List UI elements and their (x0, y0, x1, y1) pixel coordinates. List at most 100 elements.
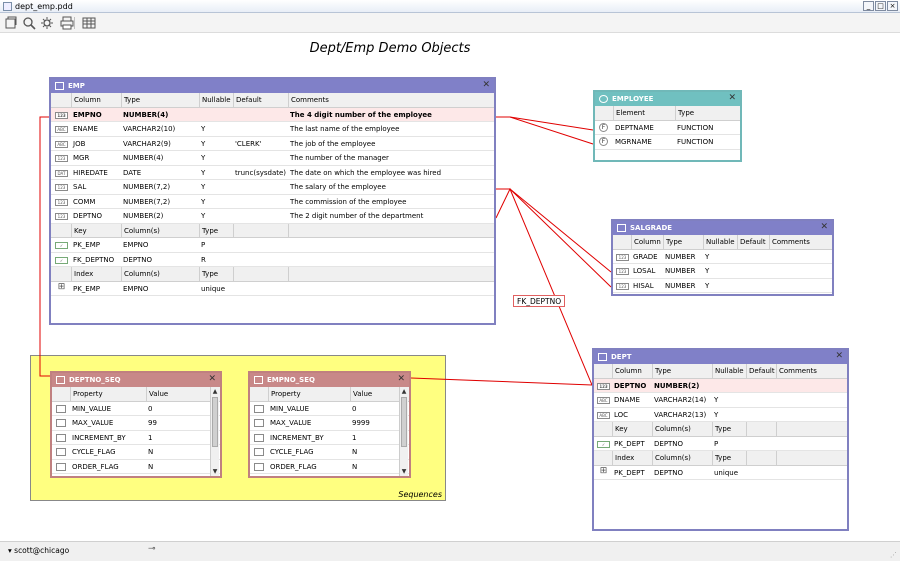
col-header: Type (663, 235, 703, 249)
scroll-down-icon[interactable]: ▼ (211, 467, 219, 476)
empno-seq-close-icon[interactable]: ✕ (397, 374, 405, 384)
sequence-property-row[interactable]: MAX_VALUE 9999 (250, 416, 409, 431)
key-header: Type (712, 422, 746, 436)
sequence-property-row[interactable]: INCREMENT_BY 1 (52, 431, 220, 445)
deptno-seq-header[interactable]: DEPTNO_SEQ ✕ (52, 373, 220, 387)
col-header: Nullable (712, 364, 746, 378)
dept-table-header[interactable]: DEPT ✕ (594, 350, 847, 364)
dept-key-header-row: Key Column(s) Type (594, 422, 847, 437)
package-icon (599, 95, 608, 103)
emp-table-header[interactable]: EMP ✕ (51, 79, 494, 93)
salgrade-table-header[interactable]: SALGRADE ✕ (613, 221, 832, 235)
emp-index-row[interactable]: ⊞ PK_EMP EMPNO unique (51, 282, 494, 296)
property-value: N (148, 448, 154, 456)
maximize-button[interactable]: □ (875, 1, 886, 11)
window-title: dept_emp.pdd (15, 2, 73, 11)
minimize-button[interactable]: _ (863, 1, 874, 11)
dept-index-row[interactable]: ⊞ PK_DEPT DEPTNO unique (594, 466, 847, 480)
col-header: Value (350, 387, 398, 401)
scroll-thumb[interactable] (401, 397, 407, 447)
empno-seq-sequence[interactable]: EMPNO_SEQ ✕ Property Value MIN_VALUE 0 MAX… (248, 371, 411, 478)
salgrade-column-row[interactable]: 123 GRADE NUMBER Y (613, 250, 832, 264)
emp-table[interactable]: EMP ✕ Column Type Nullable Default Comme… (49, 77, 496, 325)
column-type: DATE (123, 168, 142, 177)
column-default (233, 195, 288, 209)
index-header: Type (712, 451, 746, 465)
status-bar: ▾ scott@chicago ⊸ ⋰ (0, 541, 900, 561)
employee-element-row[interactable]: F DEPTNAME FUNCTION (595, 121, 740, 135)
settings-icon[interactable] (40, 16, 54, 30)
dept-column-row[interactable]: 123 DEPTNO NUMBER(2) (594, 378, 847, 393)
property-name: MAX_VALUE (270, 419, 312, 427)
zoom-icon[interactable] (22, 16, 36, 30)
emp-key-row[interactable]: ✓ FK_DEPTNO DEPTNO R (51, 253, 494, 267)
connection-status[interactable]: ▾ scott@chicago (8, 546, 69, 555)
scroll-thumb[interactable] (212, 397, 218, 447)
emp-key-row[interactable]: ✓ PK_EMP EMPNO P (51, 238, 494, 253)
property-name: CYCLE_FLAG (72, 448, 116, 456)
open-icon[interactable] (4, 16, 18, 30)
employee-package[interactable]: EMPLOYEE ✕ Element Type F DEPTNAME FUNCTIO… (593, 90, 742, 162)
close-button[interactable]: × (887, 1, 898, 11)
index-header (746, 451, 776, 465)
sequence-property-row[interactable]: INCREMENT_BY 1 (250, 431, 409, 445)
dept-table[interactable]: DEPT ✕ Column Type Nullable Default Comm… (592, 348, 849, 531)
emp-column-row[interactable]: DAT HIREDATE DATE Ytrunc(sysdate) The date o… (51, 166, 494, 180)
sequence-property-row[interactable]: ORDER_FLAG N (52, 460, 220, 474)
key-header: Column(s) (652, 422, 712, 436)
employee-package-header[interactable]: EMPLOYEE ✕ (595, 92, 740, 106)
print-icon[interactable] (60, 16, 74, 30)
toolbar (0, 13, 900, 33)
emp-to-salgrade-line-2 (496, 188, 612, 288)
salgrade-column-row[interactable]: 123 HISAL NUMBER Y (613, 279, 832, 293)
sequence-property-row[interactable]: CYCLE_FLAG N (250, 445, 409, 460)
dept-key-row[interactable]: ✓ PK_DEPT DEPTNO P (594, 437, 847, 451)
deptno-seq-sequence[interactable]: DEPTNO_SEQ ✕ Property Value MIN_VALUE 0 MA… (50, 371, 222, 478)
emp-close-icon[interactable]: ✕ (482, 80, 490, 90)
sequence-property-row[interactable]: MAX_VALUE 99 (52, 416, 220, 431)
col-header: Default (737, 235, 769, 249)
scroll-up-icon[interactable]: ▲ (211, 387, 219, 396)
employee-element-row[interactable]: F MGRNAME FUNCTION (595, 135, 740, 150)
grid-icon[interactable] (82, 16, 96, 30)
column-name: LOC (614, 410, 629, 419)
empno-seq-scrollbar[interactable]: ▲ ▼ (399, 387, 408, 476)
salgrade-table[interactable]: SALGRADE ✕ Column Type Nullable Default … (611, 219, 834, 296)
deptno-seq-scrollbar[interactable]: ▲ ▼ (210, 387, 219, 476)
window-titlebar[interactable]: dept_emp.pdd _ □ × (0, 0, 900, 13)
employee-close-icon[interactable]: ✕ (728, 93, 736, 103)
index-icon: ⊞ (597, 466, 610, 475)
sequence-property-row[interactable]: ORDER_FLAG N (250, 460, 409, 474)
scroll-down-icon[interactable]: ▼ (400, 467, 408, 476)
scroll-up-icon[interactable]: ▲ (400, 387, 408, 396)
sequence-property-row[interactable]: MIN_VALUE 0 (250, 402, 409, 416)
function-icon: F (599, 122, 608, 132)
fk-deptno-label[interactable]: FK_DEPTNO (513, 295, 566, 307)
dept-column-row[interactable]: ABC LOC VARCHAR2(13) Y (594, 408, 847, 422)
emp-column-row[interactable]: ABC JOB VARCHAR2(9) Y 'CLERK' The job of the … (51, 137, 494, 151)
emp-column-row[interactable]: 123 SAL NUMBER(7,2) Y The salary of the empl… (51, 180, 494, 195)
emp-column-row[interactable]: ABC ENAME VARCHAR2(10) Y The last name of th… (51, 122, 494, 137)
dept-close-icon[interactable]: ✕ (835, 351, 843, 361)
empno-seq-header[interactable]: EMPNO_SEQ ✕ (250, 373, 409, 387)
column-name: DEPTNO (73, 212, 103, 220)
emp-column-row[interactable]: 123 COMM NUMBER(7,2) Y The commission of the… (51, 195, 494, 209)
dept-column-row[interactable]: ABC DNAME VARCHAR2(14) Y (594, 393, 847, 408)
pin-icon[interactable]: ⊸ (148, 544, 156, 554)
deptno-seq-close-icon[interactable]: ✕ (208, 374, 216, 384)
sequence-property-row[interactable]: MIN_VALUE 0 (52, 402, 220, 416)
emp-column-row[interactable]: 123 DEPTNO NUMBER(2) Y The 2 digit number of… (51, 209, 494, 224)
column-default (233, 151, 288, 165)
emp-column-row[interactable]: 123 EMPNO NUMBER(4) The 4 digit number of t… (51, 107, 494, 122)
column-comment: The commission of the employee (290, 197, 407, 206)
sequence-property-row[interactable]: CYCLE_FLAG N (52, 445, 220, 460)
property-value: 9999 (352, 419, 370, 427)
salgrade-close-icon[interactable]: ✕ (820, 222, 828, 232)
resize-grip-icon[interactable]: ⋰ (890, 551, 897, 559)
salgrade-column-row[interactable]: 123 LOSAL NUMBER Y (613, 264, 832, 279)
element-name: MGRNAME (615, 138, 652, 146)
col-header: Property (70, 387, 146, 401)
emp-column-row[interactable]: 123 MGR NUMBER(4) Y The number of the manage… (51, 151, 494, 166)
property-value: 0 (352, 404, 357, 413)
diagram-canvas[interactable]: Dept/Emp Demo Objects Sequences EMP ✕ Co… (0, 33, 900, 541)
